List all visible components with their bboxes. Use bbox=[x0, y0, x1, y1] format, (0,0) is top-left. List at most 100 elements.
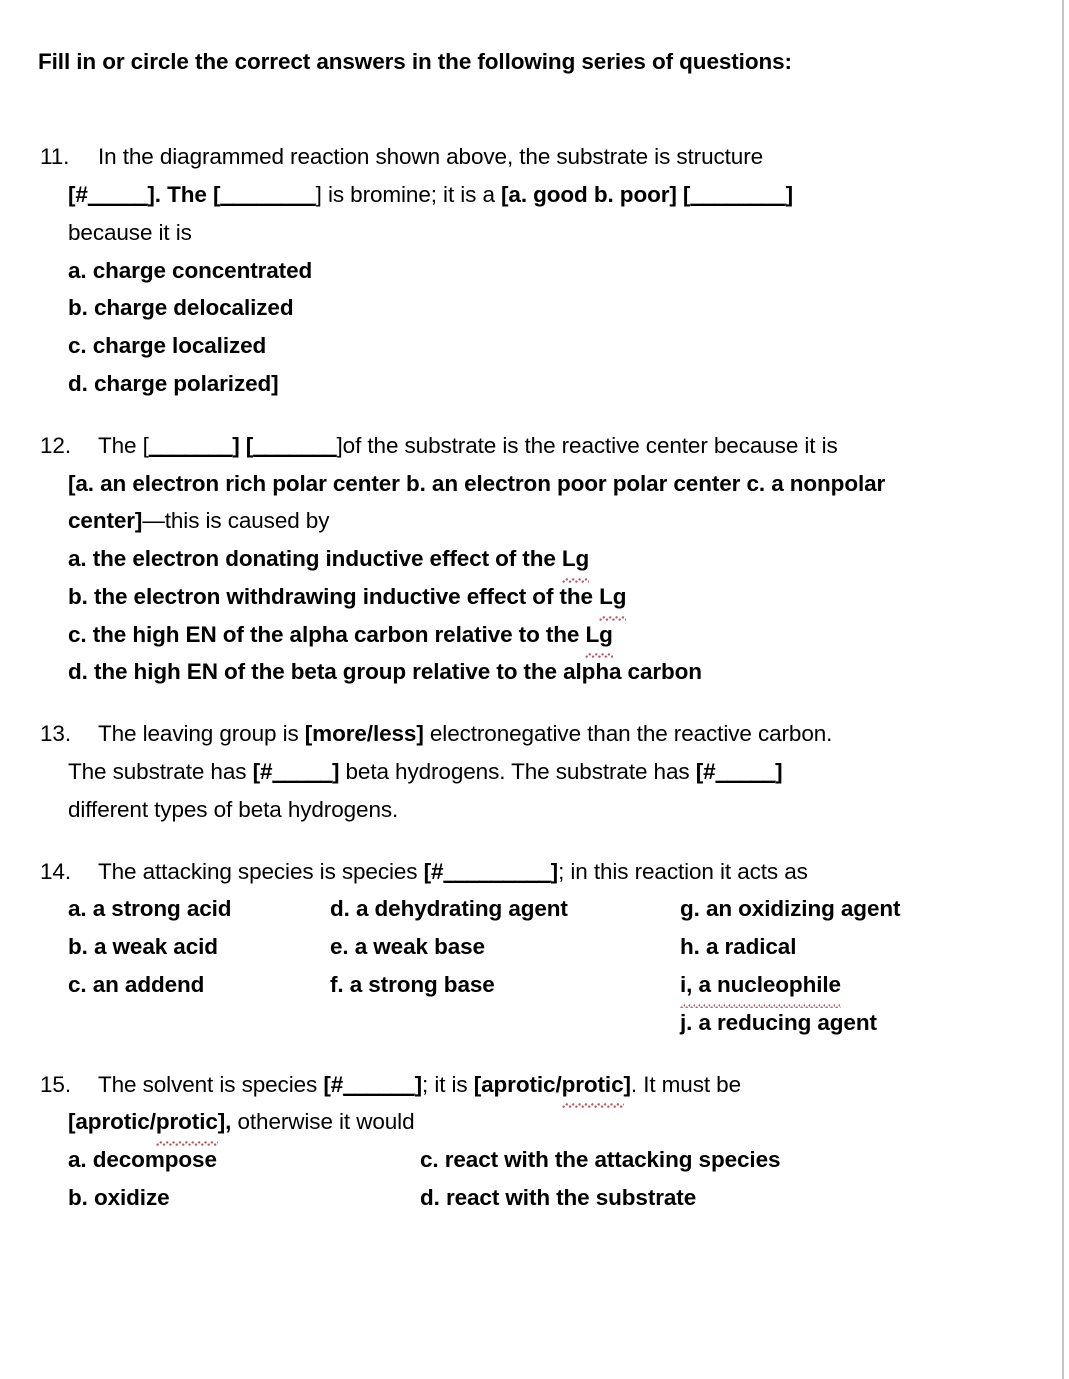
question-11-option-d[interactable]: d. charge polarized] bbox=[68, 365, 1040, 403]
question-12-line-3: center]—this is caused by bbox=[38, 502, 1040, 540]
question-12-option-c-flagged-term: Lg bbox=[585, 616, 614, 659]
question-15-bracket-open: [# bbox=[323, 1071, 344, 1097]
question-14-option-b[interactable]: b. a weak acid bbox=[68, 928, 330, 966]
question-11-blank-1[interactable]: _____ bbox=[88, 182, 148, 207]
question-13: 13. The leaving group is [more/less] elec… bbox=[38, 715, 1040, 828]
question-15-bracket-close: ] bbox=[414, 1071, 423, 1097]
question-11-line1-text: In the diagrammed reaction shown above, … bbox=[98, 144, 764, 170]
question-14-option-g[interactable]: g. an oxidizing agent bbox=[680, 890, 901, 928]
question-12-blank-2[interactable]: _______ bbox=[253, 433, 337, 458]
question-14-options-row-2: b. a weak acid e. a weak base h. a radic… bbox=[68, 928, 1040, 966]
question-12-option-a-flagged-term: Lg bbox=[561, 540, 590, 583]
question-14: 14. The attacking species is species [#__… bbox=[38, 853, 1040, 1042]
question-14-options-grid: a. a strong acid d. a dehydrating agent … bbox=[68, 890, 1040, 1041]
question-12-blank-1[interactable]: _______ bbox=[149, 433, 233, 458]
question-15-options-row-2: b. oxidize d. react with the substrate bbox=[68, 1179, 1040, 1217]
question-13-line-2: The substrate has [#_____] beta hydrogen… bbox=[38, 753, 1040, 791]
question-12-option-d-text: d. the high EN of the beta group relativ… bbox=[68, 659, 702, 685]
question-15-text-c: . It must be bbox=[630, 1071, 741, 1097]
question-14-option-f[interactable]: f. a strong base bbox=[330, 966, 680, 1004]
question-13-bracket-4: ] bbox=[775, 759, 783, 785]
question-13-number: 13. bbox=[40, 721, 71, 747]
question-15-number: 15. bbox=[40, 1071, 71, 1097]
question-15-text-b: ; it is bbox=[422, 1071, 474, 1097]
question-11-option-a[interactable]: a. charge concentrated bbox=[68, 252, 1040, 290]
question-14-blank[interactable]: _________ bbox=[443, 859, 551, 884]
question-14-bracket-open: [# bbox=[423, 858, 444, 884]
question-12-option-b[interactable]: b. the electron withdrawing inductive ef… bbox=[68, 578, 1040, 621]
question-15-choice-close-1: ] bbox=[623, 1071, 632, 1097]
question-14-number: 14. bbox=[40, 858, 71, 884]
question-13-line-3: different types of beta hydrogens. bbox=[38, 791, 1040, 829]
question-13-text-c: The substrate has bbox=[68, 759, 253, 785]
question-14-option-j[interactable]: j. a reducing agent bbox=[680, 1004, 877, 1042]
question-12: 12. The [_______] [_______]of the substra… bbox=[38, 427, 1040, 692]
question-15-option-b[interactable]: b. oxidize bbox=[68, 1179, 420, 1217]
question-11-option-b[interactable]: b. charge delocalized bbox=[68, 289, 1040, 327]
question-14-option-d[interactable]: d. a dehydrating agent bbox=[330, 890, 680, 928]
question-15-choice-aprotic-1[interactable]: [aprotic/ bbox=[474, 1072, 562, 1097]
question-12-text-b: ] [ bbox=[232, 432, 254, 458]
question-14-options-row-1: a. a strong acid d. a dehydrating agent … bbox=[68, 890, 1040, 928]
question-11-text-b: ]. The [ bbox=[147, 181, 221, 207]
question-12-option-b-text: b. the electron withdrawing inductive ef… bbox=[68, 583, 600, 609]
question-12-option-a[interactable]: a. the electron donating inductive effec… bbox=[68, 540, 1040, 583]
question-11-line3-text: because it is bbox=[68, 219, 192, 245]
page-title: Fill in or circle the correct answers in… bbox=[38, 49, 792, 74]
question-12-text-c: ]of the substrate is the reactive center… bbox=[336, 432, 838, 458]
question-14-line-1: 14. The attacking species is species [#__… bbox=[38, 853, 1040, 891]
question-13-choice-more-less[interactable]: [more/less] bbox=[305, 721, 424, 746]
question-14-option-a[interactable]: a. a strong acid bbox=[68, 890, 330, 928]
question-15-choice-protic-2[interactable]: protic bbox=[155, 1103, 218, 1147]
question-14-text-a: The attacking species is species bbox=[98, 858, 424, 884]
question-11-choices-inline[interactable]: [a. good b. poor] [ bbox=[501, 182, 690, 207]
question-12-line-2: [a. an electron rich polar center b. an … bbox=[38, 465, 1040, 503]
question-12-option-a-text: a. the electron donating inductive effec… bbox=[68, 546, 562, 572]
question-11-bracket-open: [# bbox=[68, 181, 88, 207]
question-15-option-a[interactable]: a. decompose bbox=[68, 1141, 420, 1179]
question-15-choice-close-2: ], bbox=[217, 1109, 232, 1135]
question-12-option-c[interactable]: c. the high EN of the alpha carbon relat… bbox=[68, 616, 1040, 659]
question-12-text-a: The [ bbox=[98, 432, 149, 458]
question-15-blank[interactable]: ______ bbox=[343, 1072, 415, 1097]
question-12-choices-cont[interactable]: center] bbox=[68, 508, 142, 533]
question-14-option-i[interactable]: i, a nucleophile bbox=[680, 966, 841, 1008]
question-12-option-d[interactable]: d. the high EN of the beta group relativ… bbox=[68, 653, 1040, 691]
question-12-line3-rest: —this is caused by bbox=[142, 508, 330, 534]
question-14-options-row-4: j. a reducing agent bbox=[68, 1004, 1040, 1042]
question-12-choices-inline[interactable]: [a. an electron rich polar center b. an … bbox=[68, 471, 885, 496]
question-15-line2-rest: otherwise it would bbox=[231, 1109, 415, 1135]
question-14-option-i-flagged-text: i, a nucleophile bbox=[680, 966, 841, 1008]
question-15-option-d[interactable]: d. react with the substrate bbox=[420, 1179, 696, 1217]
question-14-option-c[interactable]: c. an addend bbox=[68, 966, 330, 1004]
worksheet-page: Fill in or circle the correct answers in… bbox=[0, 0, 1069, 1379]
question-11-line-3: because it is bbox=[38, 214, 1040, 252]
question-15-option-c[interactable]: c. react with the attacking species bbox=[420, 1141, 780, 1179]
question-11-option-c[interactable]: c. charge localized bbox=[68, 327, 1040, 365]
question-15: 15. The solvent is species [#______]; it … bbox=[38, 1066, 1040, 1217]
question-12-option-c-text: c. the high EN of the alpha carbon relat… bbox=[68, 621, 586, 647]
question-11-blank-3[interactable]: ________ bbox=[690, 182, 786, 207]
question-14-text-b: ; in this reaction it acts as bbox=[558, 858, 808, 884]
question-13-text-b: electronegative than the reactive carbon… bbox=[423, 721, 833, 747]
question-11-bracket-close: ] bbox=[785, 181, 794, 207]
question-15-options-row-1: a. decompose c. react with the attacking… bbox=[68, 1141, 1040, 1179]
question-13-blank-1[interactable]: _____ bbox=[272, 759, 332, 784]
document-content: Fill in or circle the correct answers in… bbox=[0, 0, 1040, 1241]
question-14-options-row-3: c. an addend f. a strong base i, a nucle… bbox=[68, 966, 1040, 1008]
question-15-choice-aprotic-2[interactable]: [aprotic/ bbox=[68, 1109, 156, 1134]
question-13-bracket-1: [# bbox=[252, 759, 273, 785]
question-15-text-a: The solvent is species bbox=[98, 1071, 324, 1097]
question-11-number: 11. bbox=[40, 144, 70, 170]
question-13-blank-2[interactable]: _____ bbox=[716, 759, 776, 784]
question-11-line-2: [#_____]. The [________] is bromine; it … bbox=[38, 176, 1040, 214]
question-13-text-d: beta hydrogens. The substrate has bbox=[339, 759, 696, 785]
question-11-blank-2[interactable]: ________ bbox=[220, 182, 316, 207]
question-14-option-h[interactable]: h. a radical bbox=[680, 928, 796, 966]
question-15-line-1: 15. The solvent is species [#______]; it … bbox=[38, 1066, 1040, 1109]
question-13-text-a: The leaving group is bbox=[98, 721, 305, 747]
question-15-line-2: [aprotic/protic], otherwise it would bbox=[38, 1103, 1040, 1147]
question-13-line3-text: different types of beta hydrogens. bbox=[68, 796, 399, 822]
question-15-choice-protic-1[interactable]: protic bbox=[561, 1066, 624, 1109]
question-14-option-e[interactable]: e. a weak base bbox=[330, 928, 680, 966]
